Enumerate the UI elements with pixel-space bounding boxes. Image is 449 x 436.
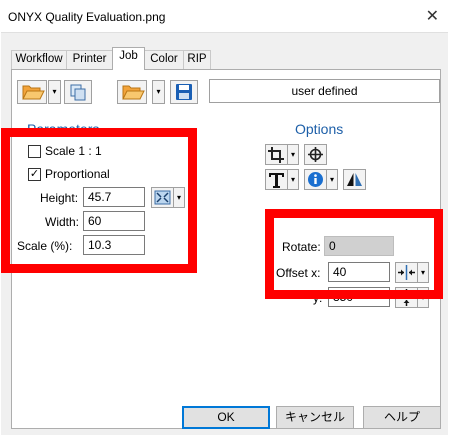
- crop-button[interactable]: [265, 144, 288, 165]
- text-button[interactable]: [265, 169, 288, 190]
- center-vertical-icon: [398, 289, 415, 306]
- scale-1-1-label: Scale 1 : 1: [45, 144, 102, 158]
- fit-size-button[interactable]: [151, 187, 174, 208]
- cancel-button[interactable]: キャンセル: [276, 406, 354, 429]
- crop-dropdown[interactable]: ▾: [287, 144, 299, 165]
- mirror-button[interactable]: [343, 169, 366, 190]
- info-dropdown[interactable]: ▾: [326, 169, 338, 190]
- close-icon[interactable]: ✕: [426, 6, 439, 26]
- scale-label: Scale (%):: [17, 239, 73, 253]
- offset-x-label: Offset x:: [276, 266, 321, 280]
- center-vertical-dropdown[interactable]: ▾: [417, 287, 429, 308]
- center-horizontal-dropdown[interactable]: ▾: [417, 262, 429, 283]
- rotate-label: Rotate:: [282, 240, 321, 254]
- title-bar: ONYX Quality Evaluation.png ✕: [0, 0, 449, 32]
- dialog-client: Workflow Printer Job Color RIP ▾ ▾ user …: [1, 32, 448, 435]
- mirror-icon: [347, 173, 362, 186]
- rotate-field[interactable]: 0: [324, 236, 394, 256]
- offset-y-label: y:: [313, 291, 323, 305]
- fit-size-icon: [154, 190, 171, 205]
- text-dropdown[interactable]: ▾: [287, 169, 299, 190]
- copy-icon: [70, 84, 86, 101]
- text-icon: [269, 173, 284, 188]
- preset-field[interactable]: user defined: [209, 79, 440, 103]
- width-label: Width:: [45, 215, 80, 229]
- scale-field[interactable]: 10.3: [83, 235, 145, 255]
- offset-x-field[interactable]: 40: [328, 262, 390, 282]
- open-folder-button[interactable]: [17, 80, 47, 104]
- tab-rip[interactable]: RIP: [183, 50, 211, 69]
- proportional-label: Proportional: [45, 167, 110, 181]
- center-horizontal-button[interactable]: [395, 262, 418, 283]
- height-field[interactable]: 45.7: [83, 187, 145, 207]
- save-button[interactable]: [170, 80, 198, 104]
- proportional-checkbox[interactable]: ✓: [28, 168, 41, 181]
- center-horizontal-icon: [398, 265, 415, 280]
- folder-icon: [122, 85, 145, 100]
- help-button[interactable]: ヘルプ: [363, 406, 441, 429]
- tab-job[interactable]: Job: [112, 47, 145, 70]
- open-folder-dropdown[interactable]: ▾: [48, 80, 61, 104]
- center-vertical-button[interactable]: [395, 287, 418, 308]
- tab-printer[interactable]: Printer: [66, 50, 113, 69]
- fit-size-dropdown[interactable]: ▾: [173, 187, 185, 208]
- parameters-heading: Parameters: [27, 121, 100, 137]
- info-button[interactable]: [304, 169, 327, 190]
- window-title: ONYX Quality Evaluation.png: [8, 10, 166, 24]
- height-label: Height:: [40, 191, 79, 205]
- info-icon: [308, 172, 323, 187]
- save-icon: [176, 84, 192, 100]
- folder-dropdown[interactable]: ▾: [152, 80, 165, 104]
- copy-button[interactable]: [64, 80, 92, 104]
- tab-workflow[interactable]: Workflow: [11, 50, 67, 69]
- job-panel: ▾ ▾ user defined Parameters Scale 1: 1 …: [11, 69, 441, 429]
- offset-y-field[interactable]: 350: [328, 287, 390, 307]
- scale-1-1-checkbox[interactable]: [28, 145, 41, 158]
- folder-button[interactable]: [117, 80, 147, 104]
- options-heading: Options: [295, 121, 344, 137]
- tab-color[interactable]: Color: [144, 50, 184, 69]
- width-field[interactable]: 60: [83, 211, 145, 231]
- crop-icon: [268, 147, 284, 163]
- folder-open-icon: [22, 85, 45, 100]
- ok-button[interactable]: OK: [182, 406, 270, 429]
- register-mark-button[interactable]: [304, 144, 327, 165]
- crosshair-icon: [308, 147, 323, 162]
